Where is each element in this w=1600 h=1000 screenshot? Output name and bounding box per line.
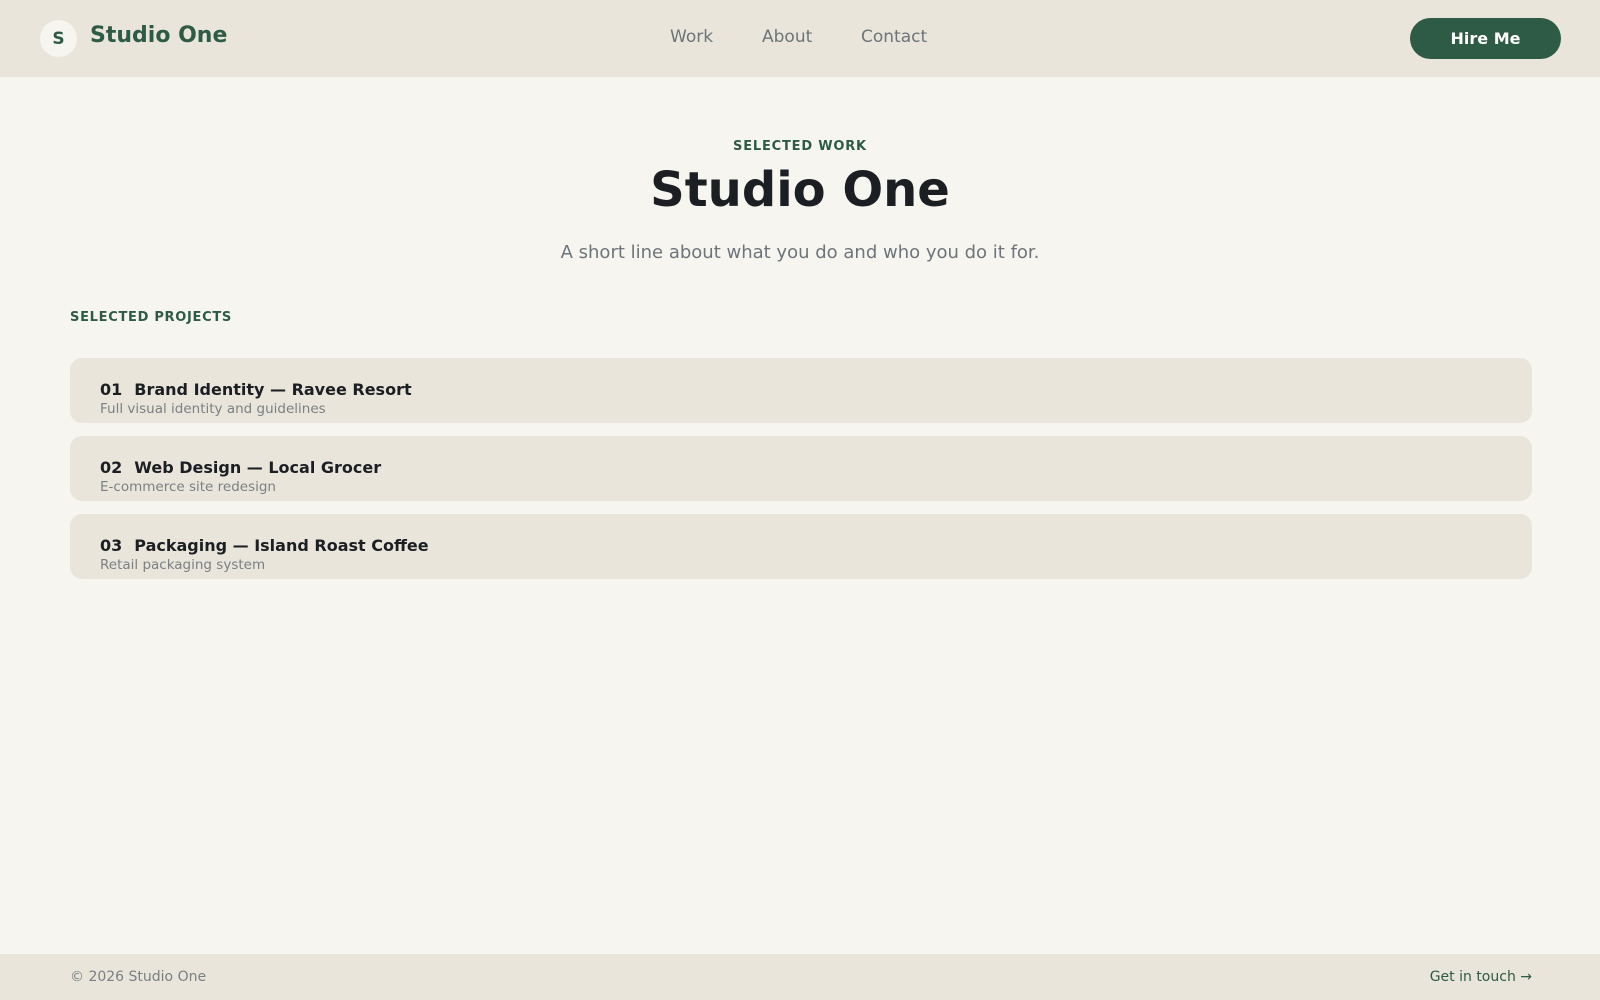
project-title-row: 02 Web Design — Local Grocer	[100, 458, 381, 477]
project-title: Brand Identity — Ravee Resort	[134, 380, 412, 399]
projects-section-label: SELECTED PROJECTS	[70, 310, 232, 325]
project-card[interactable]: 01 Brand Identity — Ravee Resort Full vis…	[70, 358, 1532, 423]
project-number: 03	[100, 536, 123, 555]
project-title: Packaging — Island Roast Coffee	[134, 536, 429, 555]
project-description: E-commerce site redesign	[100, 479, 276, 495]
nav-link-work[interactable]: Work	[670, 27, 713, 47]
project-description: Retail packaging system	[100, 557, 266, 573]
main-nav: Work About Contact	[0, 27, 1600, 51]
copyright-text: © 2026 Studio One	[70, 969, 207, 985]
project-card[interactable]: 03 Packaging — Island Roast Coffee Retail…	[70, 514, 1532, 579]
project-title-row: 03 Packaging — Island Roast Coffee	[100, 536, 429, 555]
site-header: S Studio One Work About Contact Hire Me	[0, 0, 1600, 77]
project-number: 02	[100, 458, 123, 477]
hire-me-button[interactable]: Hire Me	[1410, 18, 1561, 59]
hero-eyebrow: SELECTED WORK	[733, 139, 867, 154]
project-title: Web Design — Local Grocer	[134, 458, 382, 477]
project-card[interactable]: 02 Web Design — Local Grocer E-commerce s…	[70, 436, 1532, 501]
project-number: 01	[100, 380, 123, 399]
nav-link-contact[interactable]: Contact	[861, 27, 927, 47]
site-footer: © 2026 Studio One Get in touch →	[0, 954, 1600, 1000]
hero-title: Studio One	[650, 162, 950, 218]
get-in-touch-link[interactable]: Get in touch →	[1430, 969, 1532, 985]
hero-subtitle: A short line about what you do and who y…	[560, 242, 1040, 263]
nav-link-about[interactable]: About	[762, 27, 812, 47]
project-description: Full visual identity and guidelines	[100, 401, 326, 417]
project-title-row: 01 Brand Identity — Ravee Resort	[100, 380, 412, 399]
